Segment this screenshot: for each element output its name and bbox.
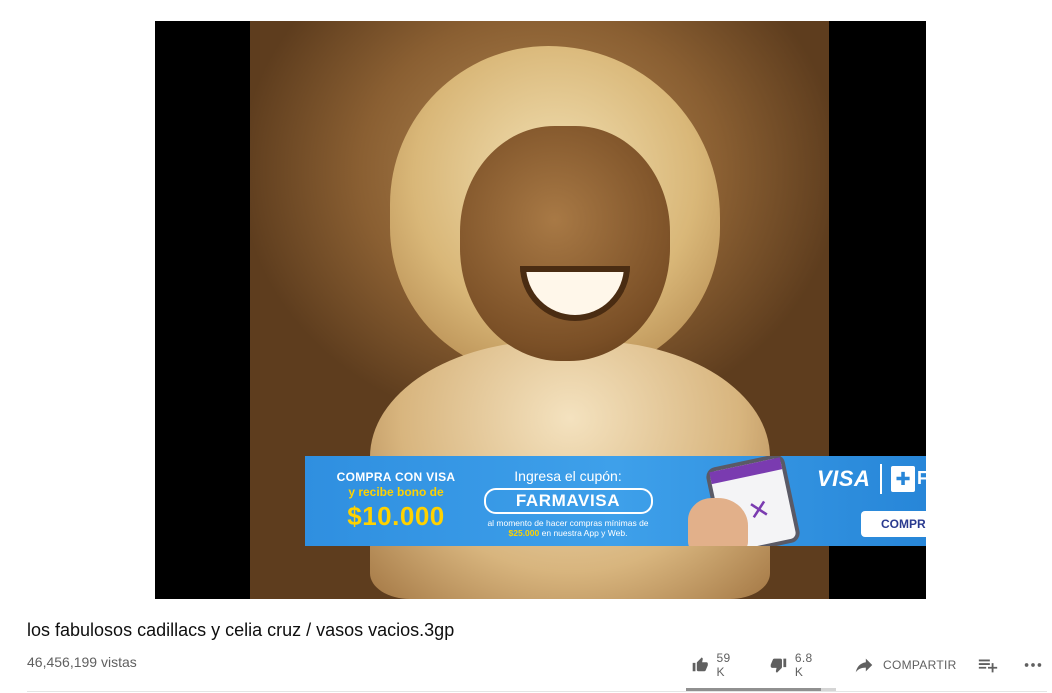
ad-logo-divider: [880, 464, 882, 494]
hand-image: [688, 498, 748, 546]
ad-phone-image: ✕: [683, 456, 808, 546]
thumb-up-icon: [692, 657, 708, 672]
like-button[interactable]: 59 K: [692, 651, 736, 679]
ad-pharmacy-logo-icon: ✚: [891, 466, 915, 492]
ad-line1: COMPRA CON VISA: [336, 470, 456, 484]
ad-promo-block: COMPRA CON VISA y recibe bono de $10.000: [321, 470, 471, 532]
ad-coupon-block: Ingresa el cupón: FARMAVISA al momento d…: [473, 468, 663, 538]
overlay-ad-banner[interactable]: COMPRA CON VISA y recibe bono de $10.000…: [305, 456, 926, 546]
video-subject-face: [460, 126, 670, 361]
more-actions-button[interactable]: [1022, 653, 1044, 677]
like-count: 59 K: [716, 651, 731, 679]
ad-pharmacy-logo-text: F: [917, 468, 926, 488]
ad-visa-logo: VISA: [817, 466, 871, 491]
playlist-add-icon: [978, 659, 998, 673]
divider: [27, 691, 1047, 692]
ad-fine-print-amount: $25.000: [508, 528, 540, 538]
ad-fine-print: al momento de hacer compras mínimas de $…: [473, 518, 663, 538]
ad-amount: $10.000: [347, 501, 445, 531]
ad-fine-print-2: en nuestra App y Web.: [541, 528, 628, 538]
ad-coupon-code: FARMAVISA: [483, 488, 653, 514]
video-title: los fabulosos cadillacs y celia cruz / v…: [27, 620, 455, 640]
ad-fine-print-1: al momento de hacer compras mínimas de: [487, 518, 649, 528]
thumb-down-icon: [770, 658, 787, 673]
ad-coupon-label: Ingresa el cupón:: [514, 468, 622, 484]
save-button[interactable]: [977, 653, 999, 677]
ad-line2: y recibe bono de: [348, 485, 444, 499]
view-count: 46,456,199 vistas: [27, 654, 137, 670]
video-player[interactable]: COMPRA CON VISA y recibe bono de $10.000…: [155, 21, 926, 599]
share-button[interactable]: COMPARTIR: [853, 653, 957, 677]
dislike-count: 6.8 K: [794, 651, 813, 679]
share-label: COMPARTIR: [883, 658, 957, 672]
share-arrow-icon: [855, 658, 873, 673]
more-horizontal-icon: [1024, 663, 1042, 667]
ad-cta-button[interactable]: COMPR: [861, 511, 926, 537]
dislike-button[interactable]: 6.8 K: [770, 651, 818, 679]
